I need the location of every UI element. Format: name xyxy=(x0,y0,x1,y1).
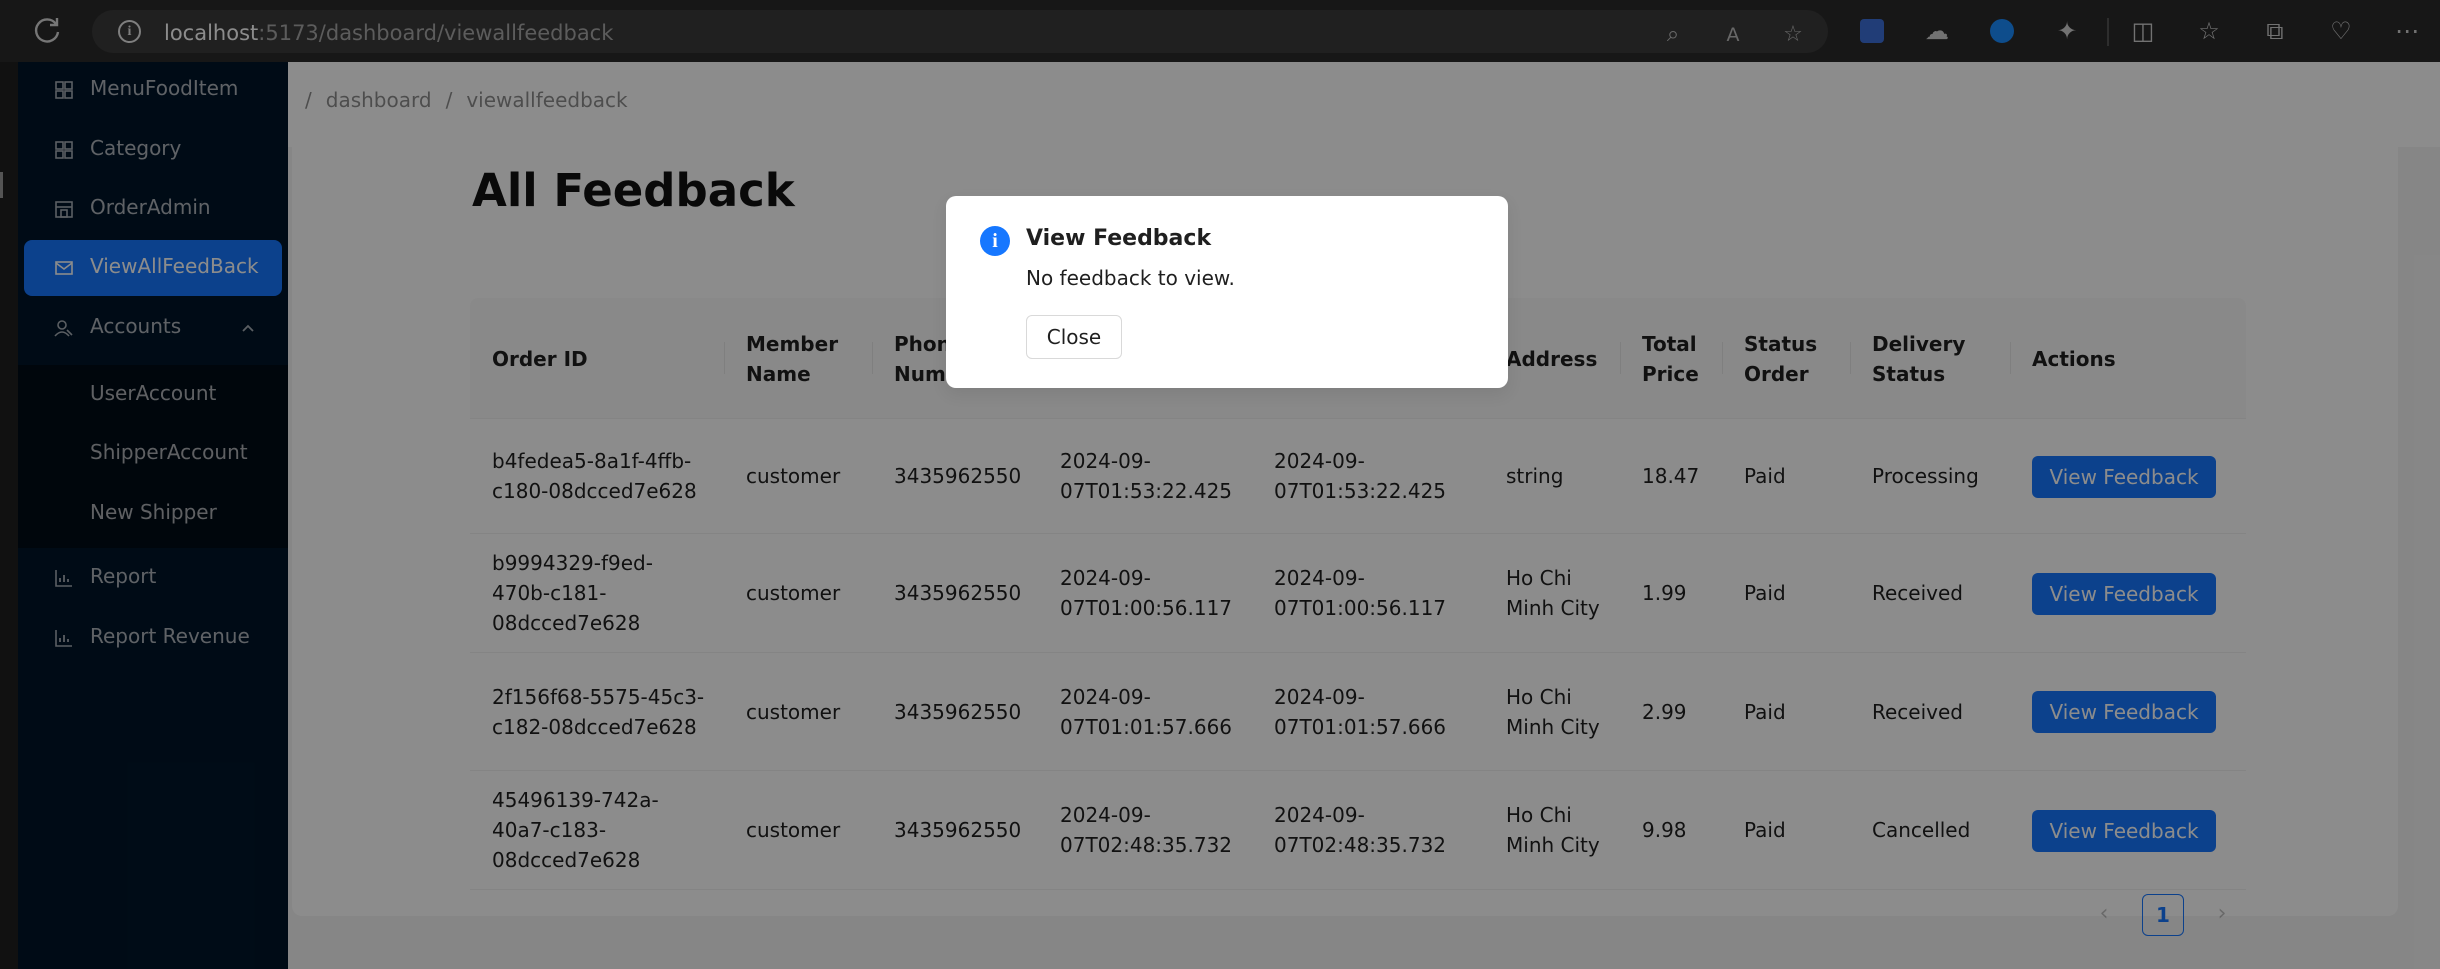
modal-title: View Feedback xyxy=(1026,226,1212,251)
close-button[interactable]: Close xyxy=(1026,315,1122,359)
modal-content: No feedback to view. xyxy=(1026,266,1235,290)
modal-mask[interactable] xyxy=(0,0,2440,969)
info-icon: i xyxy=(980,226,1010,256)
view-feedback-modal: i View Feedback No feedback to view. Clo… xyxy=(946,196,1508,388)
